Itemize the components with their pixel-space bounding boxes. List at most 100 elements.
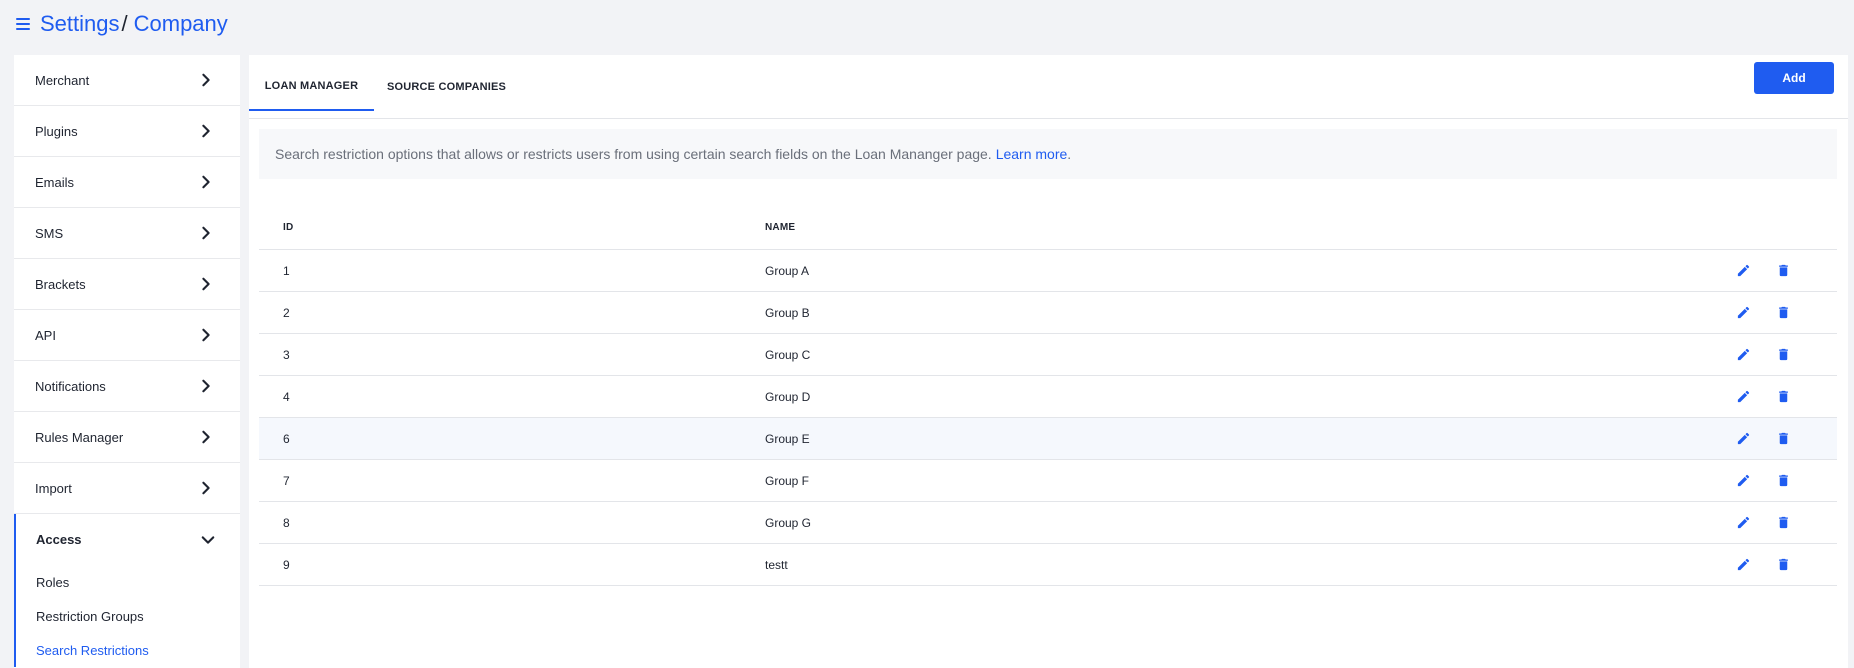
tab-source-companies[interactable]: SOURCE COMPANIES: [374, 63, 519, 111]
row-actions: [1727, 557, 1837, 573]
column-header-id: ID: [283, 221, 294, 233]
delete-icon[interactable]: [1775, 389, 1791, 405]
delete-icon[interactable]: [1775, 473, 1791, 489]
sidebar-item-merchant[interactable]: Merchant: [14, 55, 240, 106]
row-actions: [1727, 305, 1837, 321]
info-text: Search restriction options that allows o…: [275, 146, 992, 162]
sidebar-item-label: Access: [36, 532, 82, 547]
row-name: Group E: [765, 431, 810, 446]
row-actions: [1727, 347, 1837, 363]
sidebar-item-label: Rules Manager: [35, 429, 124, 445]
sidebar-item-label: Brackets: [35, 276, 86, 292]
table-row: 7 Group F: [259, 460, 1837, 502]
tab-loan-manager[interactable]: LOAN MANAGER: [249, 63, 374, 111]
delete-icon[interactable]: [1775, 431, 1791, 447]
row-name: Group G: [765, 515, 812, 530]
main-panel: LOAN MANAGER SOURCE COMPANIES Add Search…: [249, 55, 1848, 668]
chevron-right-icon: [198, 174, 214, 190]
sidebar-item-access[interactable]: Access: [16, 514, 240, 565]
table-row: 2 Group B: [259, 292, 1837, 334]
sidebar-item-label: SMS: [35, 225, 64, 241]
info-banner: Search restriction options that allows o…: [259, 129, 1837, 179]
chevron-right-icon: [198, 378, 214, 394]
row-name: testt: [765, 557, 788, 572]
table-header: ID NAME: [259, 205, 1837, 250]
info-suffix: .: [1067, 146, 1072, 162]
sidebar-item-label: Merchant: [35, 72, 90, 88]
table-row: 6 Group E: [259, 418, 1837, 460]
chevron-right-icon: [198, 429, 214, 445]
row-id: 1: [283, 263, 290, 278]
add-button[interactable]: Add: [1754, 62, 1834, 94]
sidebar-item-label: Plugins: [35, 123, 78, 139]
settings-sidebar: Merchant Plugins Emails SMS Brackets API…: [14, 55, 240, 668]
sidebar-item-brackets[interactable]: Brackets: [14, 259, 240, 310]
row-id: 2: [283, 305, 290, 320]
table-row: 4 Group D: [259, 376, 1837, 418]
breadcrumb-separator: /: [121, 11, 128, 36]
row-actions: [1727, 473, 1837, 489]
sidebar-item-label: Import: [35, 480, 72, 496]
top-bar: Settings / Company: [0, 0, 1854, 48]
chevron-right-icon: [198, 327, 214, 343]
sidebar-item-label: Emails: [35, 174, 75, 190]
table-row: 3 Group C: [259, 334, 1837, 376]
sidebar-item-label: Notifications: [35, 378, 106, 394]
edit-icon[interactable]: [1735, 515, 1751, 531]
row-actions: [1727, 263, 1837, 279]
chevron-right-icon: [198, 276, 214, 292]
hamburger-menu-icon[interactable]: [16, 18, 30, 30]
table-row: 9 testt: [259, 544, 1837, 586]
table-row: 1 Group A: [259, 250, 1837, 292]
edit-icon[interactable]: [1735, 431, 1751, 447]
sidebar-item-rules-manager[interactable]: Rules Manager: [14, 412, 240, 463]
row-name: Group F: [765, 473, 810, 488]
sidebar-item-api[interactable]: API: [14, 310, 240, 361]
sidebar-item-sms[interactable]: SMS: [14, 208, 240, 259]
row-id: 8: [283, 515, 290, 530]
row-name: Group C: [765, 347, 811, 362]
row-name: Group A: [765, 263, 810, 278]
sidebar-item-notifications[interactable]: Notifications: [14, 361, 240, 412]
sidebar-item-emails[interactable]: Emails: [14, 157, 240, 208]
column-header-name: NAME: [765, 221, 796, 233]
chevron-down-icon: [200, 532, 216, 548]
delete-icon[interactable]: [1775, 557, 1791, 573]
sidebar-item-label: API: [35, 327, 56, 343]
learn-more-link[interactable]: Learn more: [996, 146, 1068, 162]
delete-icon[interactable]: [1775, 305, 1791, 321]
edit-icon[interactable]: [1735, 389, 1751, 405]
delete-icon[interactable]: [1775, 347, 1791, 363]
breadcrumb-settings[interactable]: Settings: [40, 11, 120, 37]
edit-icon[interactable]: [1735, 473, 1751, 489]
breadcrumb-company[interactable]: Company: [134, 11, 228, 37]
delete-icon[interactable]: [1775, 263, 1791, 279]
chevron-right-icon: [198, 225, 214, 241]
sidebar-subitem-restriction-groups[interactable]: Restriction Groups: [16, 599, 240, 633]
chevron-right-icon: [198, 123, 214, 139]
sidebar-subitem-roles[interactable]: Roles: [16, 565, 240, 599]
delete-icon[interactable]: [1775, 515, 1791, 531]
row-id: 4: [283, 389, 290, 404]
row-name: Group D: [765, 389, 811, 404]
sidebar-item-import[interactable]: Import: [14, 463, 240, 514]
sidebar-item-plugins[interactable]: Plugins: [14, 106, 240, 157]
row-id: 3: [283, 347, 290, 362]
row-id: 6: [283, 431, 290, 446]
sidebar-subitem-search-restrictions[interactable]: Search Restrictions: [16, 633, 240, 667]
edit-icon[interactable]: [1735, 263, 1751, 279]
row-actions: [1727, 389, 1837, 405]
row-actions: [1727, 431, 1837, 447]
sidebar-section-access: Access Roles Restriction Groups Search R…: [14, 514, 240, 667]
edit-icon[interactable]: [1735, 557, 1751, 573]
restrictions-table: ID NAME 1 Group A 2 Group B 3 Group C 4 …: [259, 205, 1837, 586]
table-body: 1 Group A 2 Group B 3 Group C 4 Group D …: [259, 250, 1837, 586]
tab-bar: LOAN MANAGER SOURCE COMPANIES Add: [249, 55, 1848, 119]
table-row: 8 Group G: [259, 502, 1837, 544]
edit-icon[interactable]: [1735, 347, 1751, 363]
row-name: Group B: [765, 305, 810, 320]
chevron-right-icon: [198, 72, 214, 88]
row-id: 9: [283, 557, 290, 572]
row-id: 7: [283, 473, 290, 488]
edit-icon[interactable]: [1735, 305, 1751, 321]
